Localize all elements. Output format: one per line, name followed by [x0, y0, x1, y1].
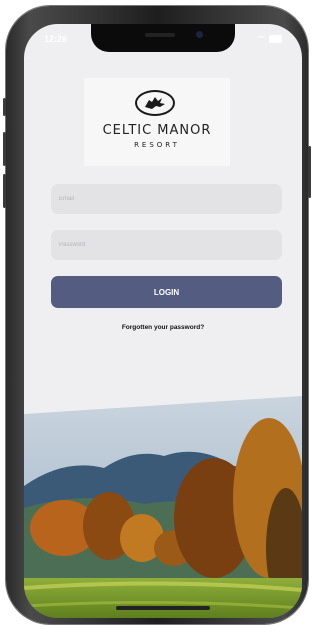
home-indicator[interactable]	[116, 606, 210, 610]
password-field[interactable]	[51, 230, 282, 260]
camera	[196, 31, 203, 38]
battery-icon	[269, 35, 282, 43]
logo-subtitle: RESORT	[134, 141, 180, 149]
power-button	[308, 146, 311, 198]
logo-title: CELTIC MANOR	[102, 123, 212, 138]
forgot-password-link[interactable]: Forgotten your password?	[24, 324, 302, 331]
notch	[91, 24, 235, 52]
volume-down-button	[3, 174, 6, 208]
status-icons	[256, 35, 282, 43]
screen: 12:26 CELTIC MANOR RESORT LOGIN Forgotte…	[24, 24, 302, 618]
status-time: 12:26	[44, 34, 68, 44]
phone-frame: 12:26 CELTIC MANOR RESORT LOGIN Forgotte…	[3, 6, 311, 624]
email-field[interactable]	[51, 184, 282, 214]
landscape-image	[24, 396, 302, 618]
dragon-logo-icon	[135, 90, 175, 116]
wifi-icon	[256, 35, 266, 43]
volume-up-button	[3, 132, 6, 166]
mute-switch	[3, 98, 6, 116]
speaker	[145, 33, 175, 37]
logo: CELTIC MANOR RESORT	[84, 78, 230, 166]
login-button[interactable]: LOGIN	[51, 276, 282, 308]
